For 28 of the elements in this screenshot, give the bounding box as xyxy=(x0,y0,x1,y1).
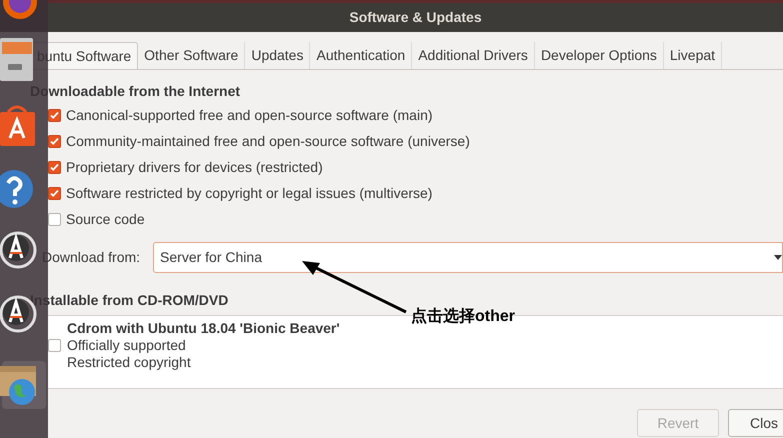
tab[interactable]: Updates xyxy=(245,42,310,69)
checkbox[interactable] xyxy=(48,186,61,200)
checkbox[interactable] xyxy=(48,134,61,148)
dialog-button[interactable]: Clos xyxy=(728,409,783,437)
checkbox-label: Proprietary drivers for devices (restricted) xyxy=(66,158,323,177)
checkbox-label: Software restricted by copyright or legal issues (multiverse) xyxy=(66,184,432,203)
tab[interactable]: Authentication xyxy=(310,42,412,69)
cdrom-detail: Restricted copyright xyxy=(67,354,192,371)
checkbox[interactable] xyxy=(48,108,61,122)
checkbox[interactable] xyxy=(48,339,61,352)
file-cabinet-icon[interactable] xyxy=(0,38,34,82)
checkbox-label: Source code xyxy=(66,210,145,228)
annotation-text: 点击选择other xyxy=(411,306,515,327)
tab[interactable]: Additional Drivers xyxy=(412,42,535,69)
help-icon[interactable] xyxy=(0,168,34,210)
tab[interactable]: Developer Options xyxy=(534,42,664,69)
browser-icon[interactable] xyxy=(1,0,39,20)
cdrom-title: Cdrom with Ubuntu 18.04 'Bionic Beaver' xyxy=(67,320,340,337)
checkbox[interactable] xyxy=(48,212,61,226)
checkbox-label: Community-maintained free and open-source software (universe) xyxy=(66,132,470,151)
checkbox-label: Canonical-supported free and open-source software (main) xyxy=(66,106,433,125)
window-title: Software & Updates xyxy=(349,8,482,27)
tab[interactable]: Other Software xyxy=(138,42,246,69)
server-dropdown[interactable]: Server for China xyxy=(153,242,783,273)
dropdown-arrow-icon xyxy=(774,254,782,260)
tab[interactable]: Livepat xyxy=(664,42,722,69)
cdrom-detail: Officially supported xyxy=(67,337,187,354)
checkbox[interactable] xyxy=(48,160,61,174)
